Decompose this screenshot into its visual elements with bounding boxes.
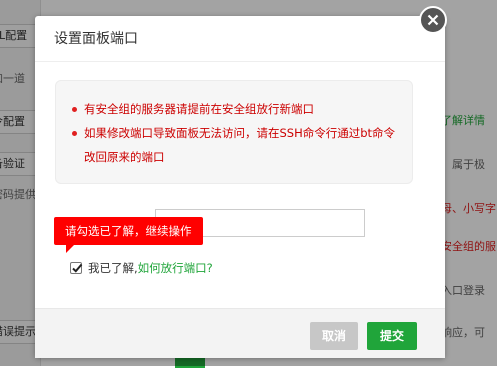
validation-tooltip: 请勾选已了解，继续操作 (54, 217, 203, 253)
agree-row: 我已了解, 如何放行端口? (70, 260, 213, 276)
cancel-button[interactable]: 取消 (310, 322, 358, 350)
close-icon (427, 14, 439, 26)
agree-checkbox[interactable] (70, 262, 83, 274)
notice-box: 有安全组的服务器请提前在安全组放行新端口 如果修改端口导致面板无法访问，请在SS… (55, 80, 413, 184)
notice-item: 如果修改端口导致面板无法访问，请在SSH命令行通过bt命令改回原来的端口 (70, 121, 398, 169)
how-to-open-port-link[interactable]: 如何放行端口? (138, 260, 213, 276)
close-dialog-button[interactable] (419, 6, 447, 34)
submit-button[interactable]: 提交 (367, 322, 417, 350)
set-panel-port-dialog: 设置面板端口 有安全组的服务器请提前在安全组放行新端口 如果修改端口导致面板无法… (35, 16, 445, 358)
dialog-footer: 取消 提交 (35, 308, 445, 358)
dialog-title: 设置面板端口 (35, 16, 445, 62)
checkmark-icon (72, 263, 83, 273)
agree-label: 我已了解, (88, 261, 138, 275)
notice-item: 有安全组的服务器请提前在安全组放行新端口 (70, 97, 398, 121)
